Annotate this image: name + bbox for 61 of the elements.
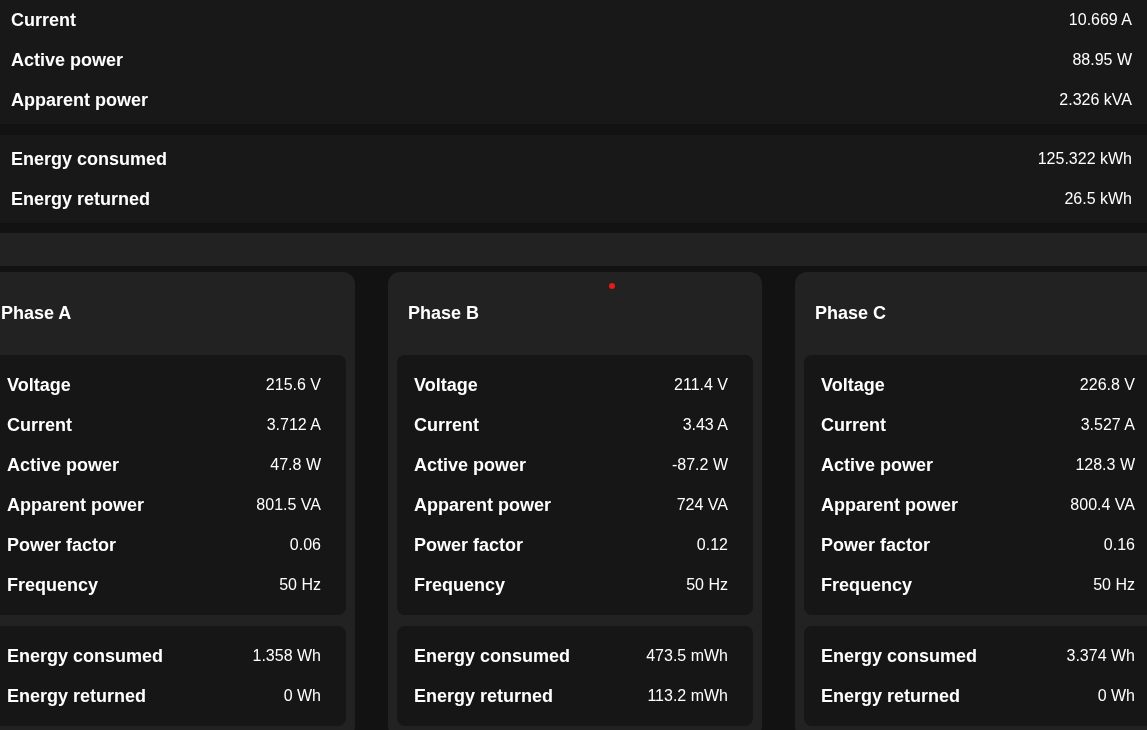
- measurement-value: 3.527 A: [1080, 415, 1135, 435]
- measurement-value: 10.669 A: [1068, 10, 1132, 30]
- measurement-value: 3.43 A: [682, 415, 728, 435]
- measurement-label: Energy consumed: [11, 147, 168, 171]
- measurement-value: 26.5 kWh: [1064, 189, 1132, 209]
- measurement-label: Frequency: [821, 573, 913, 597]
- phase-title: Phase C: [815, 302, 887, 325]
- measurement-label: Energy consumed: [414, 644, 571, 668]
- measurement-label: Energy returned: [821, 684, 961, 708]
- measurement-label: Power factor: [414, 533, 524, 557]
- measurement-value: 0 Wh: [283, 686, 321, 706]
- measurement-label: Active power: [821, 453, 934, 477]
- measurement-value: 3.374 Wh: [1066, 646, 1135, 666]
- measurement-value: 47.8 W: [270, 455, 321, 475]
- measurement-label: Apparent power: [414, 493, 551, 517]
- measurement-label: Voltage: [7, 373, 71, 397]
- measurement-label: Active power: [11, 48, 124, 72]
- measurement-label: Energy consumed: [7, 644, 164, 668]
- measurement-label: Active power: [7, 453, 120, 477]
- measurement-label: Apparent power: [7, 493, 144, 517]
- measurement-label: Apparent power: [821, 493, 958, 517]
- measurement-value: 125.322 kWh: [1037, 149, 1132, 169]
- measurement-label: Current: [11, 8, 76, 32]
- measurement-value: 0.06: [289, 535, 321, 555]
- measurement-label: Apparent power: [11, 88, 148, 112]
- measurement-value: 724 VA: [676, 495, 728, 515]
- measurement-label: Frequency: [7, 573, 99, 597]
- measurement-value: 113.2 mWh: [647, 686, 728, 706]
- measurement-value: 800.4 VA: [1070, 495, 1135, 515]
- measurement-label: Voltage: [414, 373, 478, 397]
- measurement-label: Current: [414, 413, 479, 437]
- measurement-value: 226.8 V: [1079, 375, 1135, 395]
- measurement-label: Energy returned: [414, 684, 554, 708]
- measurement-label: Active power: [414, 453, 527, 477]
- measurement-value: 801.5 VA: [256, 495, 321, 515]
- measurement-value: 215.6 V: [265, 375, 321, 395]
- measurement-value: 211.4 V: [674, 375, 728, 395]
- measurement-value: -87.2 W: [672, 455, 728, 475]
- measurement-value: 0 Wh: [1097, 686, 1135, 706]
- measurement-value: 2.326 kVA: [1059, 90, 1132, 110]
- measurement-label: Voltage: [821, 373, 885, 397]
- phase-title: Phase A: [1, 302, 72, 325]
- measurement-value: 473.5 mWh: [646, 646, 728, 666]
- measurement-value: 50 Hz: [1093, 575, 1135, 595]
- measurement-value: 1.358 Wh: [252, 646, 321, 666]
- measurement-label: Current: [821, 413, 886, 437]
- measurement-label: Energy returned: [11, 187, 151, 211]
- measurement-value: 128.3 W: [1075, 455, 1135, 475]
- measurement-value: 0.16: [1103, 535, 1135, 555]
- measurement-label: Current: [7, 413, 72, 437]
- measurement-value: 3.712 A: [266, 415, 321, 435]
- measurement-label: Power factor: [7, 533, 117, 557]
- measurement-value: 50 Hz: [686, 575, 728, 595]
- measurement-label: Frequency: [414, 573, 506, 597]
- measurement-label: Energy consumed: [821, 644, 978, 668]
- measurement-label: Power factor: [821, 533, 931, 557]
- phase-title: Phase B: [408, 302, 480, 325]
- measurement-value: 0.12: [696, 535, 728, 555]
- measurement-value: 88.95 W: [1072, 50, 1132, 70]
- measurement-label: Energy returned: [7, 684, 147, 708]
- measurement-value: 50 Hz: [279, 575, 321, 595]
